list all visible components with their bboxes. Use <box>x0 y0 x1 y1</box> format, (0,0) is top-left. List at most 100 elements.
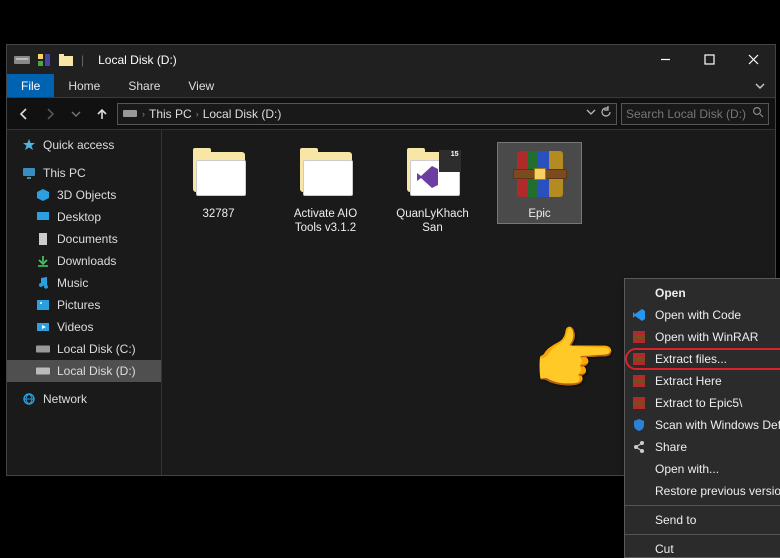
ctx-extract-to[interactable]: Extract to Epic5\ <box>625 392 780 414</box>
tab-file[interactable]: File <box>7 74 54 97</box>
sidebar-item-label: This PC <box>43 166 86 180</box>
tab-home[interactable]: Home <box>54 74 114 97</box>
sidebar-item-label: Network <box>43 392 87 406</box>
refresh-icon[interactable] <box>600 106 612 121</box>
sidebar-3d-objects[interactable]: 3D Objects <box>7 184 161 206</box>
close-button[interactable] <box>731 45 775 74</box>
search-icon <box>752 106 764 121</box>
file-label: Activate AIO Tools v3.1.2 <box>286 207 365 236</box>
crumb-sep-icon: › <box>142 109 145 119</box>
sidebar-documents[interactable]: Documents <box>7 228 161 250</box>
ctx-share[interactable]: Share <box>625 436 780 458</box>
sidebar-disk-c[interactable]: Local Disk (C:) <box>7 338 161 360</box>
drive-icon <box>35 341 51 357</box>
share-icon <box>629 439 649 455</box>
sidebar-downloads[interactable]: Downloads <box>7 250 161 272</box>
music-icon <box>35 275 51 291</box>
window-title: Local Disk (D:) <box>98 53 177 67</box>
sidebar-network[interactable]: Network <box>7 388 161 410</box>
star-icon <box>21 137 37 153</box>
ctx-open-winrar[interactable]: Open with WinRAR <box>625 326 780 348</box>
ctx-send-to[interactable]: Send to ▶ <box>625 509 780 531</box>
sidebar-item-label: Pictures <box>57 298 100 312</box>
ctx-open[interactable]: Open <box>625 282 780 304</box>
ctx-restore-versions[interactable]: Restore previous versions <box>625 480 780 502</box>
sidebar-item-label: Documents <box>57 232 118 246</box>
title-bar: | Local Disk (D:) <box>7 45 775 74</box>
sidebar-item-label: Videos <box>57 320 93 334</box>
file-label: QuanLyKhachSan <box>393 207 472 236</box>
drive-icon <box>122 106 138 122</box>
desktop-icon <box>35 209 51 225</box>
download-icon <box>35 253 51 269</box>
nav-back-button[interactable] <box>13 103 35 125</box>
folder-vs-icon: 15 <box>404 145 462 203</box>
pictures-icon <box>35 297 51 313</box>
ctx-extract-here[interactable]: Extract Here <box>625 370 780 392</box>
folder-item[interactable]: 32787 <box>176 142 261 224</box>
videos-icon <box>35 319 51 335</box>
search-input[interactable]: Search Local Disk (D:) <box>621 103 769 125</box>
sidebar-this-pc[interactable]: This PC <box>7 162 161 184</box>
explorer-body: Quick access This PC 3D Objects Desktop … <box>7 130 775 475</box>
ribbon-expand-icon[interactable] <box>745 74 775 97</box>
pointing-hand-icon: 👉 <box>532 320 617 400</box>
folder-icon <box>297 145 355 203</box>
nav-recent-button[interactable] <box>65 103 87 125</box>
nav-up-button[interactable] <box>91 103 113 125</box>
sidebar-desktop[interactable]: Desktop <box>7 206 161 228</box>
address-bar-row: › This PC › Local Disk (D:) Search Local… <box>7 98 775 130</box>
crumb-sep-icon: › <box>196 109 199 119</box>
ctx-extract-files[interactable]: Extract files... <box>625 348 780 370</box>
ctx-separator <box>625 534 780 535</box>
ctx-separator <box>625 505 780 506</box>
sidebar-item-label: Local Disk (D:) <box>57 364 136 378</box>
winrar-icon <box>511 145 569 203</box>
sidebar-item-label: Music <box>57 276 88 290</box>
qat-separator: | <box>81 53 84 67</box>
address-bar[interactable]: › This PC › Local Disk (D:) <box>117 103 617 125</box>
explorer-window: | Local Disk (D:) File Home Share View <box>6 44 776 476</box>
documents-icon <box>35 231 51 247</box>
winrar-icon <box>629 329 649 345</box>
sidebar-quick-access[interactable]: Quick access <box>7 134 161 156</box>
sidebar-item-label: Local Disk (C:) <box>57 342 136 356</box>
breadcrumb[interactable]: This PC <box>149 107 192 121</box>
sidebar-pictures[interactable]: Pictures <box>7 294 161 316</box>
sidebar-item-label: Downloads <box>57 254 116 268</box>
nav-forward-button[interactable] <box>39 103 61 125</box>
file-label: 32787 <box>203 207 235 221</box>
sidebar-item-label: Quick access <box>43 138 114 152</box>
sidebar-music[interactable]: Music <box>7 272 161 294</box>
file-list-area[interactable]: 32787 Activate AIO Tools v3.1.2 15 <box>162 130 775 475</box>
ctx-open-with[interactable]: Open with... <box>625 458 780 480</box>
folder-item[interactable]: Activate AIO Tools v3.1.2 <box>283 142 368 239</box>
file-label: Epic <box>528 207 550 221</box>
breadcrumb[interactable]: Local Disk (D:) <box>203 107 282 121</box>
maximize-button[interactable] <box>687 45 731 74</box>
ribbon-tabs: File Home Share View <box>7 74 775 98</box>
ctx-open-code[interactable]: Open with Code <box>625 304 780 326</box>
qat-newfolder-icon[interactable] <box>57 51 75 69</box>
monitor-icon <box>21 165 37 181</box>
cube-icon <box>35 187 51 203</box>
address-dropdown-icon[interactable] <box>586 106 596 121</box>
winrar-icon <box>629 373 649 389</box>
folder-icon <box>190 145 248 203</box>
tab-share[interactable]: Share <box>114 74 174 97</box>
search-placeholder: Search Local Disk (D:) <box>626 107 752 121</box>
folder-item[interactable]: 15 QuanLyKhachSan <box>390 142 475 239</box>
winrar-icon <box>629 351 649 367</box>
sidebar-disk-d[interactable]: Local Disk (D:) <box>7 360 161 382</box>
minimize-button[interactable] <box>643 45 687 74</box>
winrar-icon <box>629 395 649 411</box>
navigation-pane: Quick access This PC 3D Objects Desktop … <box>7 130 162 475</box>
vscode-icon <box>629 307 649 323</box>
sidebar-videos[interactable]: Videos <box>7 316 161 338</box>
ctx-scan-defender[interactable]: Scan with Windows Defender... <box>625 414 780 436</box>
tab-view[interactable]: View <box>174 74 228 97</box>
qat-properties-icon[interactable] <box>35 51 53 69</box>
ctx-cut[interactable]: Cut <box>625 538 780 558</box>
sidebar-item-label: 3D Objects <box>57 188 116 202</box>
archive-item[interactable]: Epic <box>497 142 582 224</box>
